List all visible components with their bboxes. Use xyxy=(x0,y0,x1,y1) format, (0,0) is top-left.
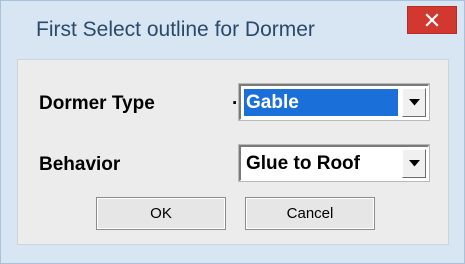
dialog-body: Dormer Type . Gable Behavior Glue to Roo… xyxy=(17,59,449,245)
title-bar[interactable]: First Select outline for Dormer xyxy=(1,1,464,57)
dormer-type-label: Dormer Type xyxy=(39,93,155,114)
dormer-type-dropdown[interactable]: Gable xyxy=(238,83,430,121)
behavior-label: Behavior xyxy=(39,154,121,175)
cancel-button[interactable]: Cancel xyxy=(245,197,375,230)
close-button[interactable] xyxy=(407,6,457,34)
dormer-type-separator: . xyxy=(232,88,238,109)
dialog-window: First Select outline for Dormer Dormer T… xyxy=(0,0,465,264)
dialog-title: First Select outline for Dormer xyxy=(36,18,315,41)
behavior-dropdown-arrow[interactable] xyxy=(402,149,426,178)
chevron-down-icon xyxy=(408,99,420,106)
behavior-value: Glue to Roof xyxy=(244,150,398,177)
dormer-type-value: Gable xyxy=(244,89,398,116)
close-icon xyxy=(425,13,439,27)
ok-button[interactable]: OK xyxy=(96,197,226,230)
chevron-down-icon xyxy=(408,160,420,167)
behavior-dropdown[interactable]: Glue to Roof xyxy=(238,144,430,182)
dormer-type-dropdown-arrow[interactable] xyxy=(402,88,426,117)
